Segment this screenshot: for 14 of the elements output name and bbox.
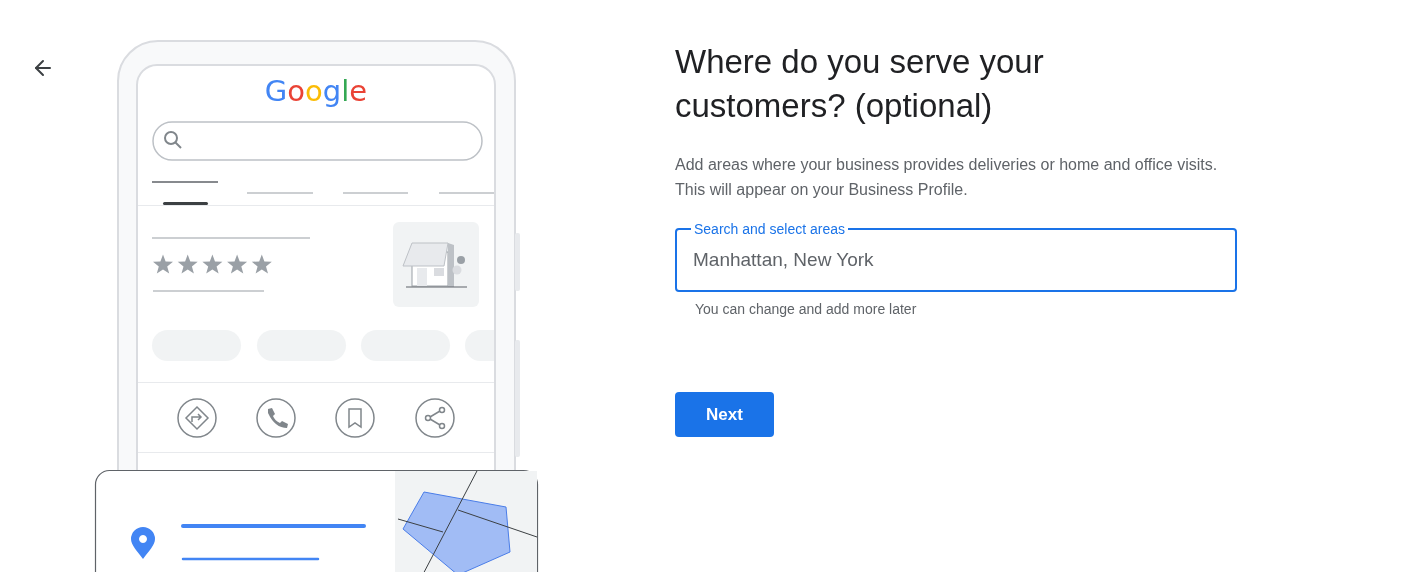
field-label: Search and select areas bbox=[693, 222, 846, 236]
description: Add areas where your business provides deliveries or home and office visits. This will appear on your Business Profile. bbox=[675, 155, 1219, 200]
directions-icon bbox=[177, 398, 217, 438]
area-input[interactable]: Manhattan, New York bbox=[693, 246, 1219, 275]
google-logo: Google bbox=[264, 74, 368, 108]
helper-text: You can change and add more later bbox=[694, 300, 918, 319]
next-button[interactable]: Next bbox=[675, 392, 774, 437]
search-icon bbox=[164, 131, 182, 149]
page-title: Where do you serve your customers? (optional) bbox=[675, 42, 1045, 126]
location-pin-icon bbox=[131, 527, 155, 559]
bookmark-icon bbox=[335, 398, 375, 438]
share-icon bbox=[415, 398, 455, 438]
phone-icon bbox=[256, 398, 296, 438]
area-search-field[interactable]: Search and select areas Manhattan, New York bbox=[675, 222, 1237, 292]
